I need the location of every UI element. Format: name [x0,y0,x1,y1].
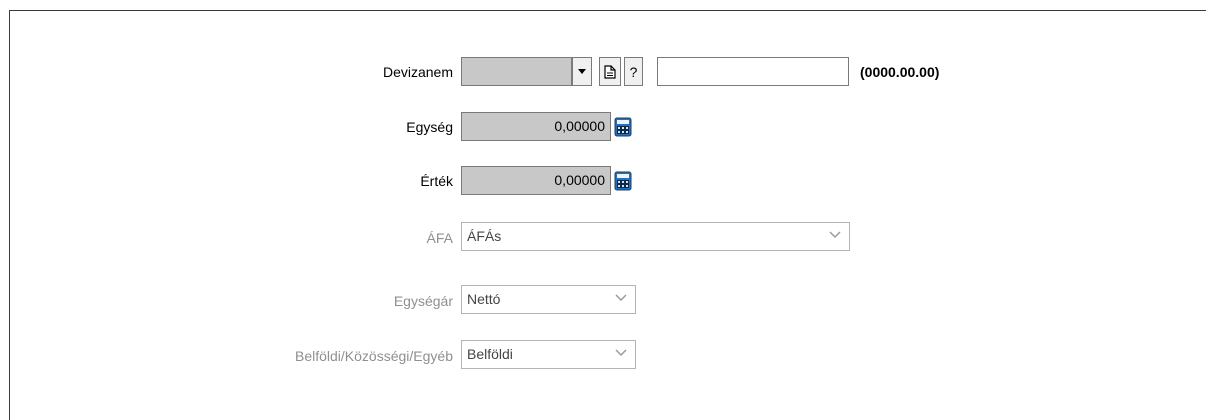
egysegar-selected-value: Nettó [467,291,501,307]
help-label: ? [629,63,638,80]
afa-label: ÁFA [426,230,453,246]
devizanem-open-button[interactable] [599,57,621,86]
ertek-label: Érték [420,173,453,189]
belfoldi-select[interactable]: Belföldi [461,340,636,369]
egysegar-select[interactable]: Nettó [461,285,636,314]
date-hint: (0000.00.00) [860,64,940,80]
egyseg-label: Egység [406,119,453,135]
egyseg-value-field[interactable]: 0,00000 [461,112,611,141]
egyseg-calculator-button[interactable] [614,117,632,137]
egysegar-label: Egységár [393,293,453,309]
ertek-calculator-button[interactable] [614,171,632,191]
chevron-down-icon [615,294,627,302]
caret-down-icon [578,68,586,74]
belfoldi-selected-value: Belföldi [467,346,513,362]
devizanem-select[interactable] [461,57,572,86]
devizanem-dropdown-button[interactable] [572,57,592,86]
belfoldi-label: Belföldi/Közösségi/Egyéb [295,348,453,364]
ertek-value-field[interactable]: 0,00000 [461,166,611,195]
devizanem-label: Devizanem [382,64,453,80]
document-icon [604,64,616,79]
calculator-icon [614,117,632,137]
chevron-down-icon [615,349,627,357]
chevron-down-icon [829,231,841,239]
devizanem-text-input[interactable] [657,57,849,86]
calculator-icon [614,171,632,191]
afa-selected-value: ÁFÁs [467,228,502,244]
afa-select[interactable]: ÁFÁs [461,222,850,251]
devizanem-help-button[interactable]: ? [624,57,643,86]
